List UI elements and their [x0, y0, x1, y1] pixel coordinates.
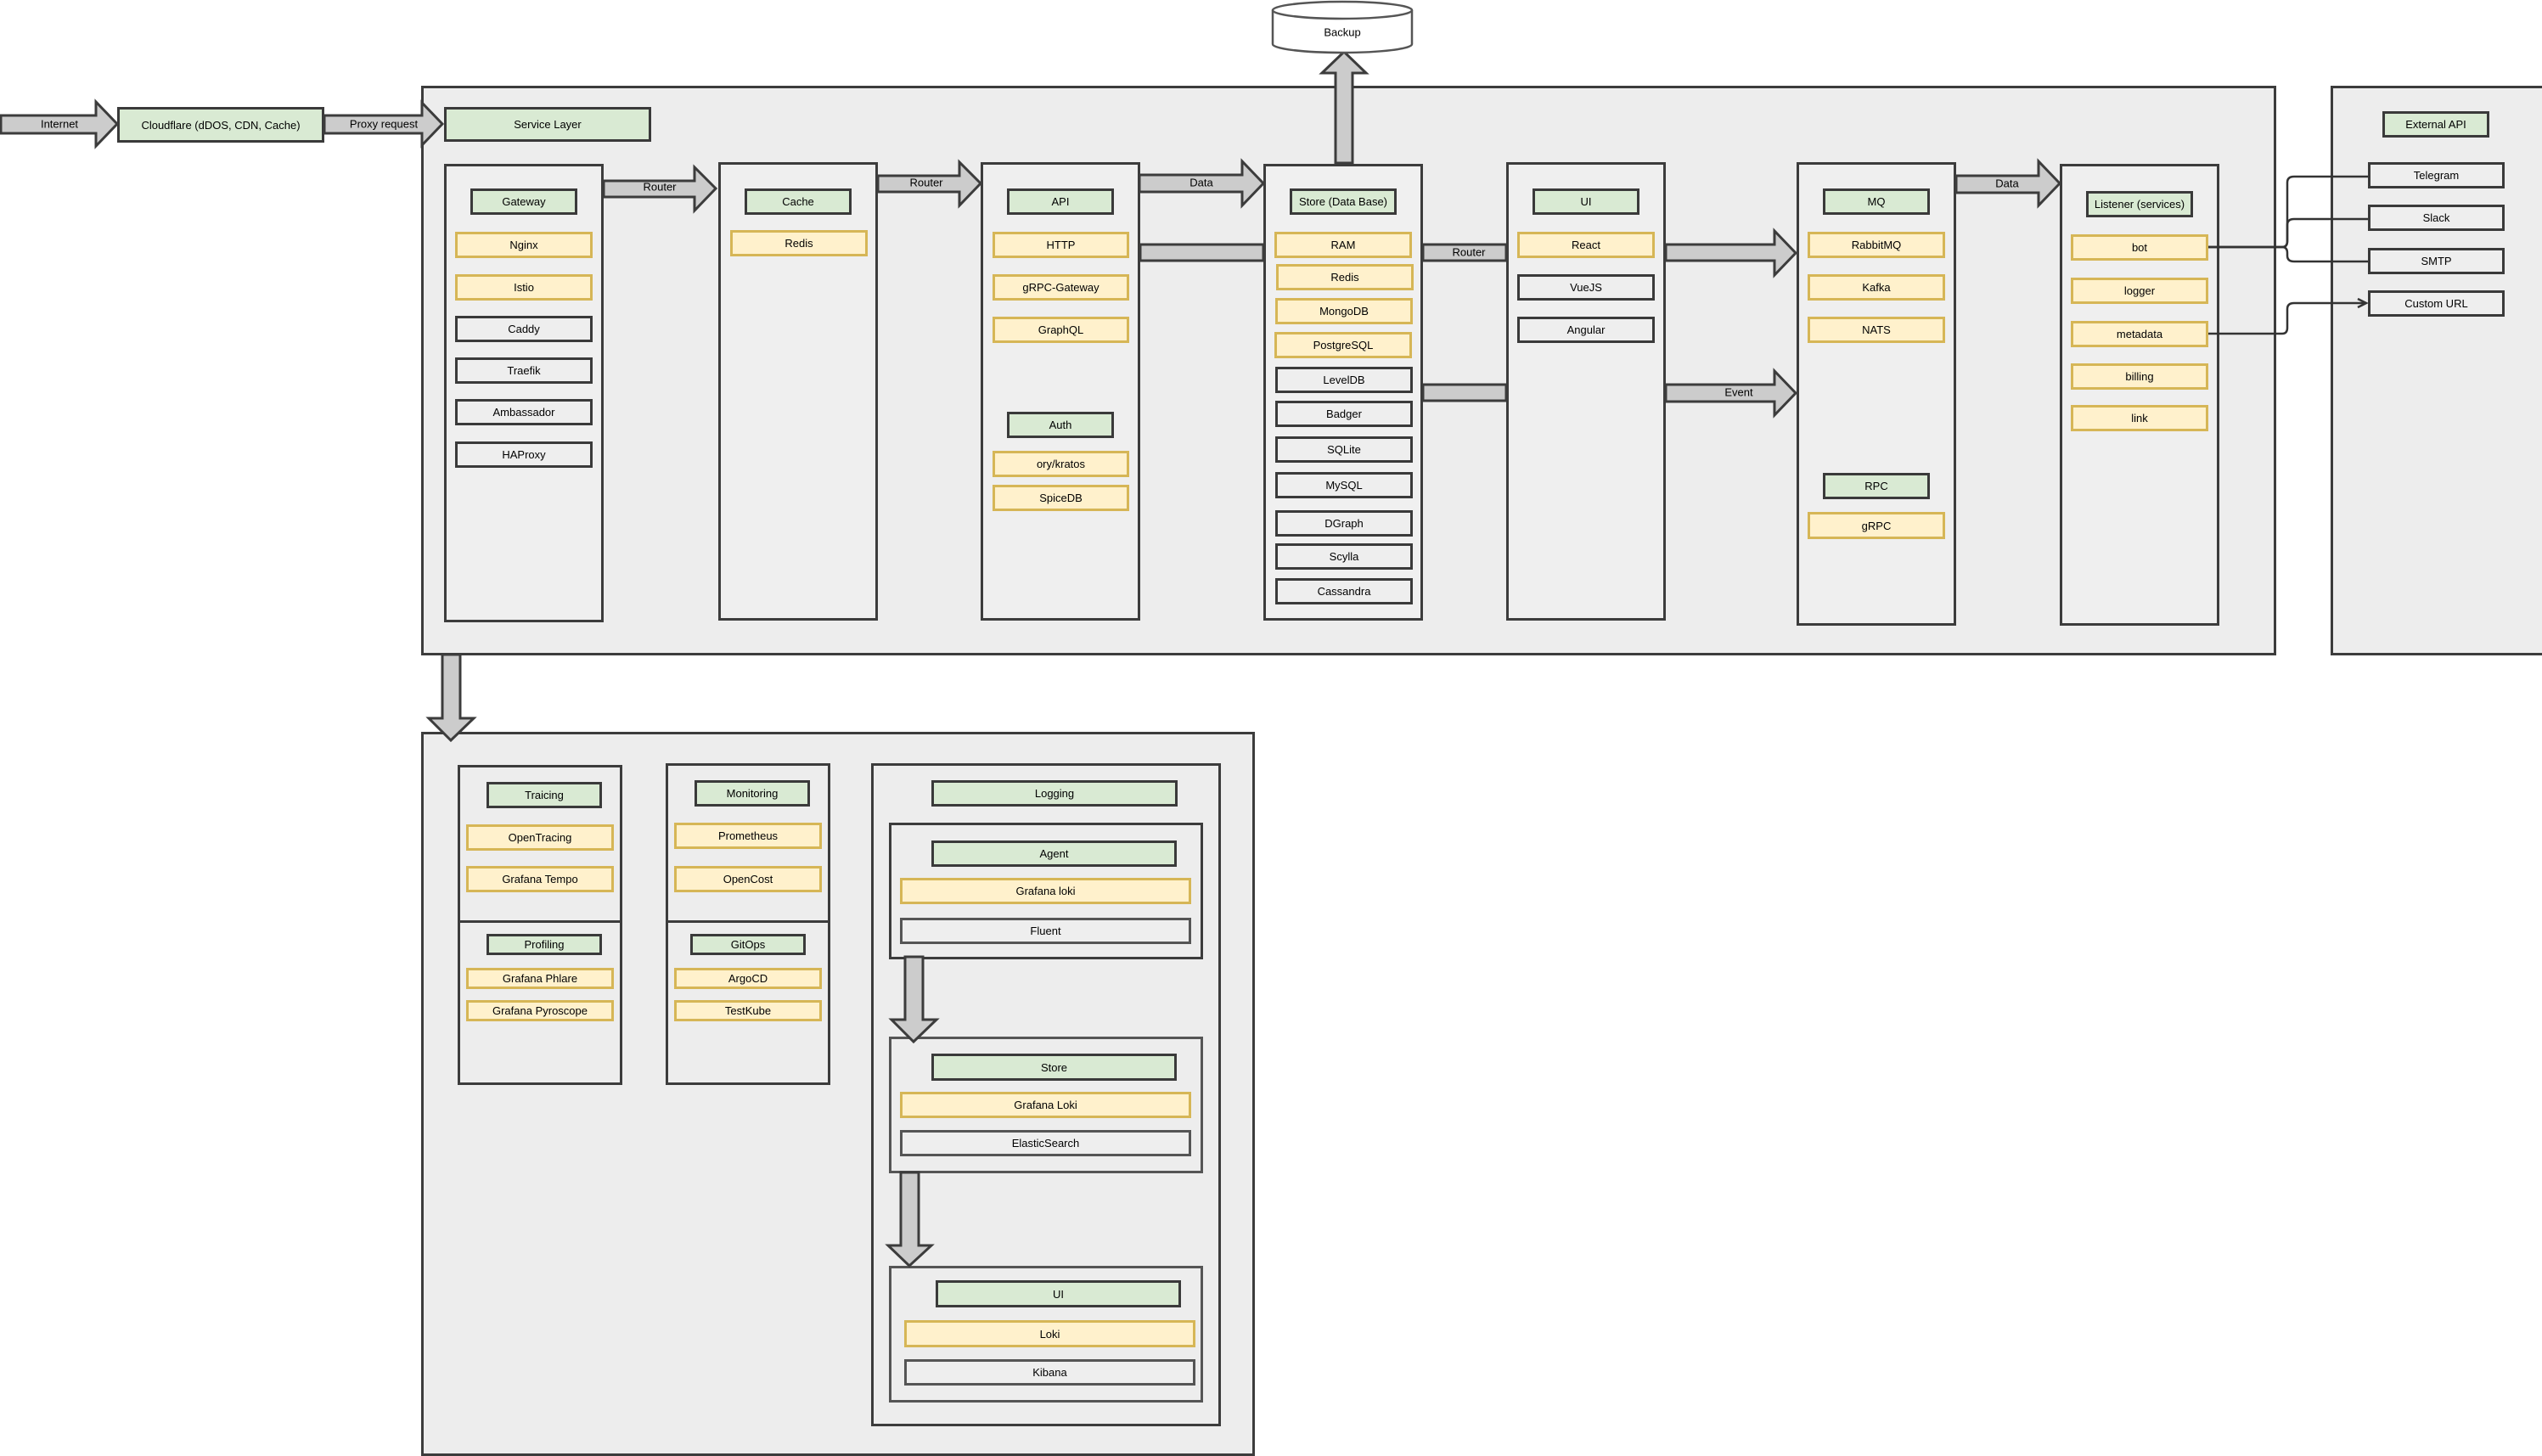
store-item-cassandra: Cassandra: [1275, 578, 1413, 604]
gitops-item-argocd: ArgoCD: [674, 968, 822, 989]
listener-item-bot: bot: [2071, 234, 2208, 261]
logging-agent-item-grafana-loki: Grafana loki: [900, 878, 1191, 904]
listener-title: Listener (services): [2086, 191, 2193, 217]
ui-item-react: React: [1517, 232, 1655, 258]
listener-item-metadata: metadata: [2071, 321, 2208, 347]
api-item-http: HTTP: [993, 232, 1129, 258]
gateway-title: Gateway: [470, 188, 577, 215]
gateway-item-caddy: Caddy: [455, 316, 593, 342]
cache-title: Cache: [745, 188, 852, 215]
api-title: API: [1007, 188, 1114, 215]
logging-store-title: Store: [931, 1054, 1177, 1081]
gitops-item-testkube: TestKube: [674, 1000, 822, 1021]
store-item-postgresql: PostgreSQL: [1274, 332, 1412, 358]
rpc-title: RPC: [1823, 473, 1930, 499]
logging-ui-title: UI: [936, 1280, 1181, 1307]
store-item-dgraph: DGraph: [1275, 510, 1413, 537]
ui-column: [1506, 162, 1666, 621]
store-item-badger: Badger: [1275, 401, 1413, 427]
mq-title: MQ: [1823, 188, 1930, 215]
ui-item-angular: Angular: [1517, 317, 1655, 343]
logging-ui-item-kibana: Kibana: [904, 1359, 1195, 1386]
api-item-graphql: GraphQL: [993, 317, 1129, 343]
store-to-ui-label: Router: [1452, 245, 1486, 259]
service-layer-title: Service Layer: [444, 107, 651, 142]
logging-store-item-grafana-loki: Grafana Loki: [900, 1092, 1191, 1118]
monitoring-item-prometheus: Prometheus: [674, 823, 822, 849]
store-item-ram: RAM: [1274, 232, 1412, 258]
gateway-item-istio: Istio: [455, 274, 593, 301]
store-title: Store (Data Base): [1290, 188, 1397, 215]
listener-column: [2060, 164, 2219, 626]
store-item-scylla: Scylla: [1275, 543, 1413, 570]
monitoring-item-opencost: OpenCost: [674, 866, 822, 892]
store-item-mysql: MySQL: [1275, 472, 1413, 498]
store-item-redis: Redis: [1276, 264, 1414, 290]
logging-agent-item-fluent: Fluent: [900, 918, 1191, 944]
mq-item-rabbitmq: RabbitMQ: [1808, 232, 1945, 258]
external-item-telegram: Telegram: [2368, 162, 2505, 188]
cloudflare-box: Cloudflare (dDOS, CDN, Cache): [117, 107, 324, 143]
listener-item-logger: logger: [2071, 278, 2208, 304]
tracing-item-grafana-tempo: Grafana Tempo: [466, 866, 614, 892]
ui-title: UI: [1533, 188, 1639, 215]
mq-item-nats: NATS: [1808, 317, 1945, 343]
gitops-title: GitOps: [690, 934, 806, 955]
listener-item-billing: billing: [2071, 363, 2208, 390]
external-item-slack: Slack: [2368, 205, 2505, 231]
gateway-to-cache-label: Router: [643, 180, 677, 194]
listener-item-link: link: [2071, 405, 2208, 431]
auth-title: Auth: [1007, 412, 1114, 438]
store-item-leveldb: LevelDB: [1275, 367, 1413, 393]
ui-item-vuejs: VueJS: [1517, 274, 1655, 301]
external-api-title: External API: [2382, 111, 2489, 138]
external-item-custom-url: Custom URL: [2368, 290, 2505, 317]
profiling-item-grafana-pyroscope: Grafana Pyroscope: [466, 1000, 614, 1021]
mq-to-listener-label: Data: [1995, 177, 2019, 190]
api-item-grpc-gateway: gRPC-Gateway: [993, 274, 1129, 301]
profiling-item-grafana-phlare: Grafana Phlare: [466, 968, 614, 989]
logging-store-item-elasticsearch: ElasticSearch: [900, 1130, 1191, 1156]
internet-arrow-label: Internet: [40, 117, 79, 131]
store-item-sqlite: SQLite: [1275, 436, 1413, 463]
gateway-item-traefik: Traefik: [455, 357, 593, 384]
api-to-store-label: Data: [1189, 176, 1213, 189]
proxy-request-arrow-label: Proxy request: [349, 117, 419, 131]
external-item-smtp: SMTP: [2368, 248, 2505, 274]
backup-label: Backup: [1324, 25, 1361, 39]
store-item-mongodb: MongoDB: [1275, 298, 1413, 324]
logging-title: Logging: [931, 780, 1178, 807]
ui-to-mq-event-label: Event: [1724, 385, 1753, 399]
rpc-item-grpc: gRPC: [1808, 512, 1945, 539]
profiling-title: Profiling: [486, 934, 602, 955]
service-to-observability-arrow: [425, 653, 477, 743]
cache-to-api-label: Router: [909, 176, 943, 189]
tracing-item-opentracing: OpenTracing: [466, 824, 614, 851]
logging-ui-item-loki: Loki: [904, 1320, 1195, 1347]
cache-item-redis: Redis: [730, 230, 868, 256]
tracing-title: Traicing: [486, 782, 602, 808]
gateway-item-haproxy: HAProxy: [455, 441, 593, 468]
logging-agent-title: Agent: [931, 840, 1177, 867]
auth-item-ory-kratos: ory/kratos: [993, 451, 1129, 477]
api-column: [981, 162, 1140, 621]
monitoring-title: Monitoring: [695, 780, 810, 807]
gateway-item-nginx: Nginx: [455, 232, 593, 258]
mq-item-kafka: Kafka: [1808, 274, 1945, 301]
auth-item-spicedb: SpiceDB: [993, 485, 1129, 511]
gateway-item-ambassador: Ambassador: [455, 399, 593, 425]
